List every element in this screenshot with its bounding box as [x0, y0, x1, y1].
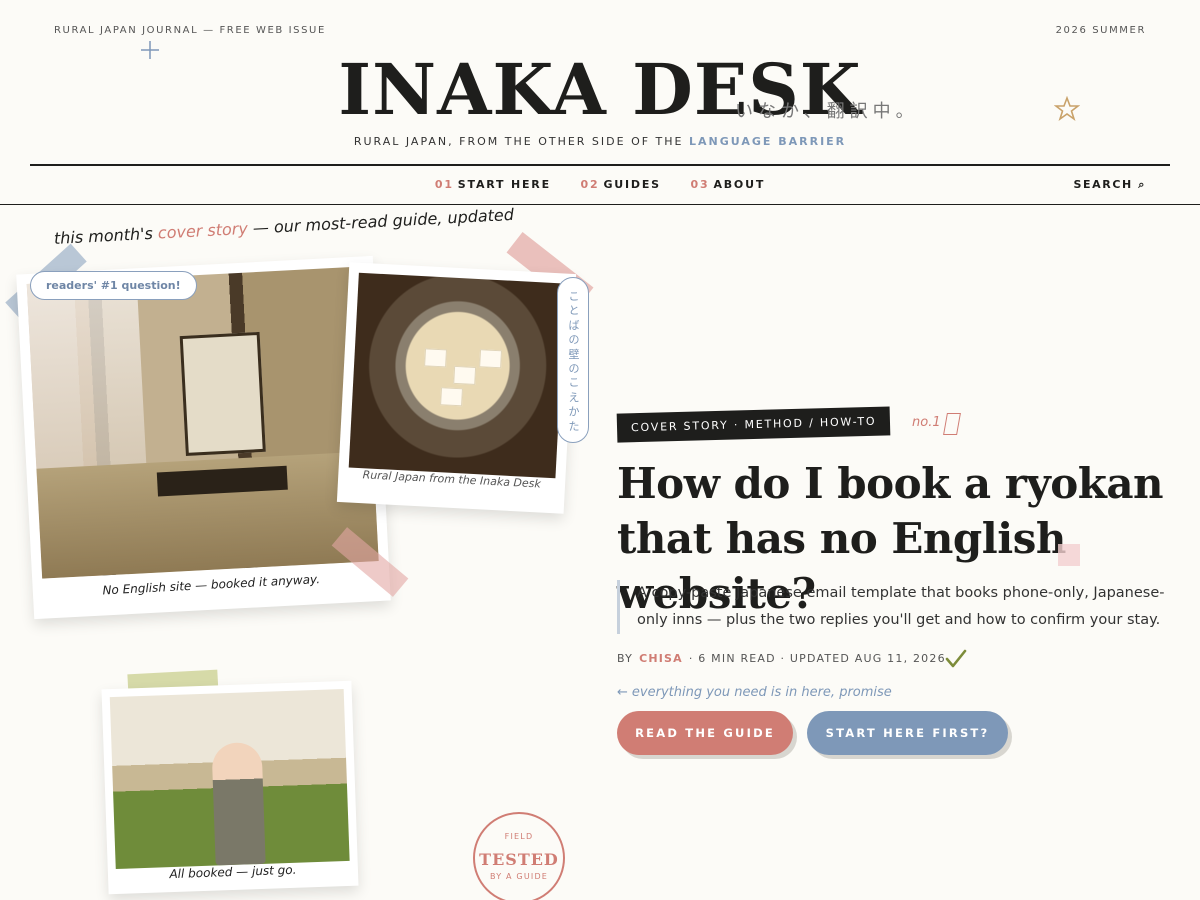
- highlight-mark: [1058, 544, 1080, 566]
- nav-rule: [0, 204, 1200, 205]
- hint-label: everything you need is in here, promise: [631, 685, 892, 700]
- nav-label: START HERE: [457, 178, 551, 191]
- read-guide-button[interactable]: READ THE GUIDE: [617, 711, 793, 755]
- rank-box: [943, 413, 961, 435]
- nav-item-about[interactable]: 03 ABOUT: [691, 178, 766, 191]
- category-tag[interactable]: COVER STORY · METHOD / HOW-TO: [616, 406, 891, 443]
- painted-screen: [179, 331, 266, 456]
- person-shape: [211, 741, 266, 866]
- byline: BY CHISA · 6 MIN READ · UPDATED AUG 11, 20…: [617, 652, 946, 665]
- author-link[interactable]: CHISA: [639, 652, 683, 665]
- site-title-jp: いなか、翻訳中。: [735, 101, 919, 122]
- tofu-shape: [424, 348, 448, 368]
- rank-label: no.1: [912, 415, 941, 430]
- tagline: RURAL JAPAN, FROM THE OTHER SIDE OF THE …: [0, 135, 1200, 148]
- check-icon: [945, 649, 967, 668]
- window-shape: [26, 278, 148, 484]
- stamp-main: TESTED: [479, 850, 559, 869]
- tofu-shape: [453, 365, 477, 385]
- byline-meta: · 6 MIN READ · UPDATED AUG 11, 2026: [688, 652, 946, 665]
- callout-bubble: readers' #1 question!: [30, 271, 197, 300]
- start-here-button[interactable]: START HERE FIRST?: [807, 711, 1008, 755]
- nav-number: 01: [434, 178, 454, 191]
- hint-text: ← everything you need is in here, promise: [617, 685, 892, 700]
- main-nav: 01 START HERE 02 GUIDES 03 ABOUT: [0, 178, 1200, 191]
- tofu-shape: [440, 387, 463, 407]
- star-icon: [1054, 96, 1080, 122]
- masthead: INAKA DESK いなか、翻訳中。: [0, 50, 1200, 130]
- vertical-label-text: ことばの壁のこえかた: [568, 290, 580, 433]
- field-tested-stamp: FIELD TESTED BY A GUIDE: [473, 812, 565, 900]
- market-image: [109, 688, 350, 870]
- tofu-shape: [479, 349, 503, 369]
- photo-ryokan-room: No English site — booked it anyway.: [16, 255, 391, 620]
- hot-pot-image: [348, 272, 566, 479]
- cover-kicker: this month's cover story — our most-read…: [54, 205, 515, 248]
- nav-number: 03: [690, 178, 710, 191]
- photo-market: All booked — just go.: [101, 680, 359, 895]
- nav-label: GUIDES: [603, 178, 661, 191]
- kicker-accent: cover story: [157, 218, 249, 243]
- byline-prefix: BY: [617, 652, 634, 665]
- search-link[interactable]: SEARCH ⌕: [1074, 178, 1147, 192]
- tagline-accent: LANGUAGE BARRIER: [689, 135, 847, 148]
- issue-label: RURAL JAPAN JOURNAL — FREE WEB ISSUE: [54, 25, 326, 36]
- ryokan-room-image: [26, 266, 379, 579]
- nav-label: ABOUT: [713, 178, 766, 191]
- nav-item-guides[interactable]: 02 GUIDES: [581, 178, 661, 191]
- tagline-text: RURAL JAPAN, FROM THE OTHER SIDE OF THE: [353, 135, 689, 148]
- photo-hot-pot: Rural Japan from the Inaka Desk: [336, 262, 577, 514]
- arrow-left-icon: ←: [617, 685, 628, 700]
- stamp-top: FIELD: [504, 832, 534, 841]
- vertical-label: ことばの壁のこえかた: [557, 277, 589, 443]
- nav-item-start-here[interactable]: 01 START HERE: [435, 178, 551, 191]
- article-dek: A copy-paste Japanese email template tha…: [617, 580, 1177, 634]
- stamp-bottom: BY A GUIDE: [489, 872, 549, 881]
- header-rule: [30, 164, 1170, 166]
- nav-number: 02: [580, 178, 600, 191]
- kicker-suffix: — our most-read guide, updated: [247, 204, 515, 238]
- season-label: 2026 SUMMER: [1055, 25, 1146, 36]
